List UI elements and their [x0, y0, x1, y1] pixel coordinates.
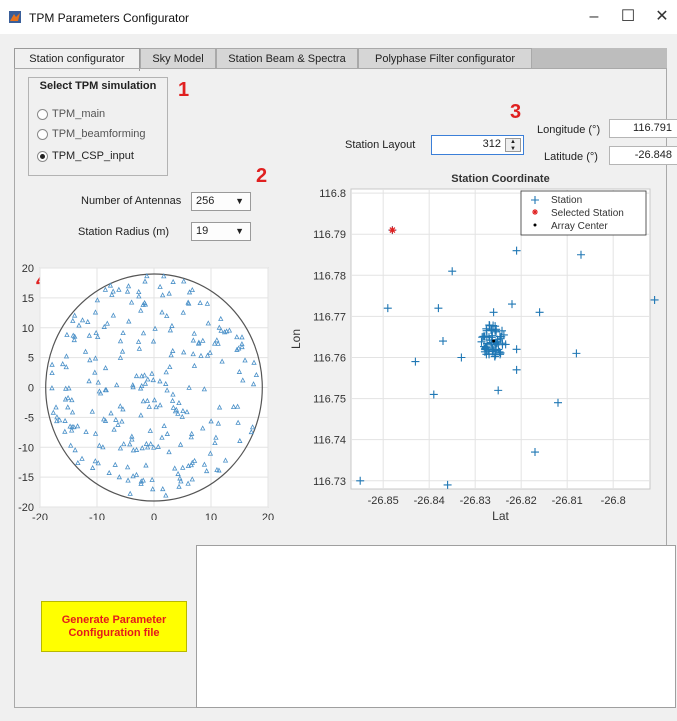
tab-sky-model[interactable]: Sky Model — [140, 48, 216, 68]
chart-title: Station Coordinate — [451, 173, 549, 185]
selected-station-marker — [388, 226, 396, 234]
y-tick-label: -20 — [18, 502, 34, 514]
tab-strip-filler — [532, 48, 667, 68]
x-tick-label: 0 — [151, 512, 157, 520]
y-tick-label: 116.79 — [313, 229, 346, 241]
output-log-area[interactable] — [196, 545, 676, 708]
radius-value: 19 — [196, 225, 209, 237]
antenna-layout-chart: -20 -10 0 10 20 20 15 10 5 0 -5 -10 -15 -20 — [18, 263, 274, 520]
array-center-marker — [492, 339, 496, 343]
latitude-field[interactable]: -26.848 — [609, 146, 677, 165]
radio-tpm-beamforming[interactable]: TPM_beamforming — [37, 126, 146, 142]
y-tick-label: -15 — [18, 472, 34, 484]
legend-center-label: Array Center — [551, 221, 608, 232]
chevron-down-icon: ▼ — [235, 226, 244, 236]
latitude-label: Latitude (°) — [544, 151, 598, 163]
x-tick-label: 10 — [205, 512, 217, 520]
tab-polyphase-filter[interactable]: Polyphase Filter configurator — [358, 48, 532, 68]
spinner-arrows-icon[interactable]: ▲ ▼ — [505, 138, 521, 152]
matlab-app-icon — [9, 11, 21, 23]
y-tick-label: 116.74 — [313, 435, 346, 447]
x-tick-label: -20 — [32, 512, 48, 520]
radio-button[interactable] — [37, 108, 48, 120]
simulation-group-title: Select TPM simulation — [39, 80, 157, 92]
station-coordinate-chart: -26.85 -26.84 -26.83 -26.82 -26.81 -26.8 116.8… — [289, 173, 659, 523]
marker-1: 1 — [178, 79, 190, 101]
y-tick-label: -10 — [18, 442, 34, 454]
layout-spinner[interactable]: 312 ▲ ▼ — [431, 135, 524, 155]
x-tick-label: -10 — [89, 512, 105, 520]
station-marker — [650, 295, 659, 304]
antennas-value: 256 — [196, 195, 215, 207]
title-bar: TPM Parameters Configurator – ☐ ✕ — [0, 0, 677, 34]
tab-station-beam-spectra[interactable]: Station Beam & Spectra — [216, 48, 358, 68]
generate-button-line2: Configuration file — [68, 627, 160, 639]
y-tick-label: 0 — [28, 383, 34, 395]
x-tick-label: -26.81 — [552, 495, 583, 507]
layout-value: 312 — [482, 138, 501, 150]
y-tick-label: 116.77 — [313, 311, 346, 323]
x-tick-label: -26.85 — [368, 495, 399, 507]
legend-station-label: Station — [551, 195, 582, 206]
legend-selected-label: Selected Station — [551, 208, 624, 219]
y-tick-label: 5 — [28, 353, 34, 365]
x-axis-label: Lat — [492, 509, 509, 523]
antennas-select[interactable]: 256 ▼ — [191, 192, 251, 211]
radio-label: TPM_CSP_input — [52, 150, 134, 163]
generate-config-button[interactable]: Generate Parameter Configuration file — [41, 601, 187, 652]
generate-button-line1: Generate Parameter — [61, 614, 167, 626]
y-tick-label: 116.76 — [313, 352, 346, 364]
radius-label: Station Radius (m) — [78, 226, 170, 238]
y-tick-label: 116.8 — [319, 188, 346, 200]
radio-label: TPM_main — [52, 108, 106, 121]
x-tick-label: -26.84 — [414, 495, 445, 507]
window-title: TPM Parameters Configurator — [29, 11, 190, 25]
y-axis-label: Lon — [289, 329, 303, 349]
marker-3: 3 — [510, 101, 522, 123]
radio-label: TPM_beamforming — [52, 128, 146, 141]
y-tick-label: 20 — [22, 263, 34, 275]
y-tick-label: -5 — [24, 412, 34, 424]
radius-select[interactable]: 19 ▼ — [191, 222, 251, 241]
x-tick-label: -26.82 — [506, 495, 537, 507]
longitude-field[interactable]: 116.791 — [609, 119, 677, 138]
x-tick-label: -26.8 — [601, 495, 626, 507]
radio-button[interactable] — [37, 128, 48, 140]
radio-tpm-csp-input[interactable]: TPM_CSP_input — [37, 148, 134, 164]
antennas-label: Number of Antennas — [81, 195, 182, 207]
y-tick-label: 116.73 — [313, 476, 346, 488]
layout-label: Station Layout — [345, 139, 416, 151]
radio-tpm-main[interactable]: TPM_main — [37, 106, 105, 122]
y-tick-label: 116.75 — [313, 394, 346, 406]
longitude-label: Longitude (°) — [537, 124, 601, 136]
radio-button-selected[interactable] — [37, 150, 48, 162]
marker-2: 2 — [256, 165, 268, 187]
x-tick-label: 20 — [262, 512, 274, 520]
chevron-down-icon: ▼ — [235, 196, 244, 206]
simulation-group: Select TPM simulation TPM_main TPM_beamf… — [28, 77, 168, 176]
legend-center-icon — [533, 223, 537, 227]
y-tick-label: 116.78 — [313, 270, 346, 282]
close-button[interactable]: ✕ — [642, 4, 677, 30]
x-tick-label: -26.83 — [460, 495, 491, 507]
y-tick-label: 15 — [22, 293, 34, 305]
y-tick-label: 10 — [22, 323, 34, 335]
